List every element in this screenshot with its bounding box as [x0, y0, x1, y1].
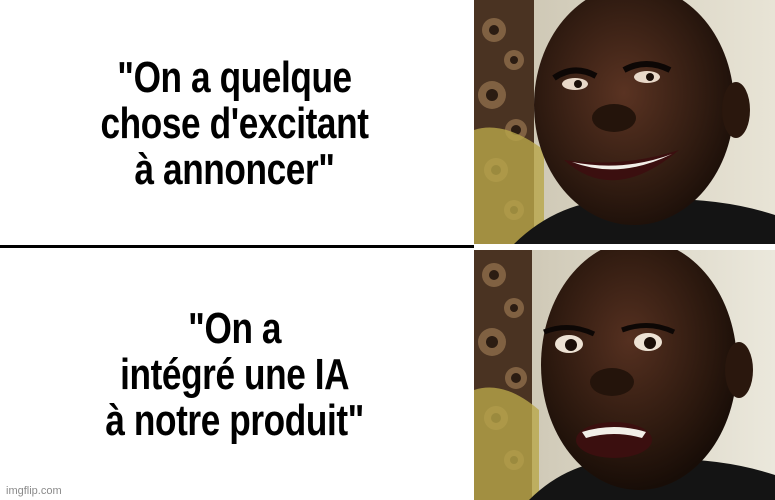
- happy-man-photo: [474, 0, 775, 244]
- bottom-caption-cell: "On a intégré une IA à notre produit": [0, 250, 470, 500]
- top-caption-cell: "On a quelque chose d'excitant à annonce…: [0, 0, 470, 247]
- disappointed-man-photo: [474, 250, 775, 500]
- panel-divider: [0, 245, 474, 248]
- top-caption: "On a quelque chose d'excitant à annonce…: [100, 52, 370, 194]
- watermark: imgflip.com: [6, 485, 62, 497]
- meme-image: "On a quelque chose d'excitant à annonce…: [0, 0, 775, 500]
- bottom-caption: "On a intégré une IA à notre produit": [105, 304, 365, 445]
